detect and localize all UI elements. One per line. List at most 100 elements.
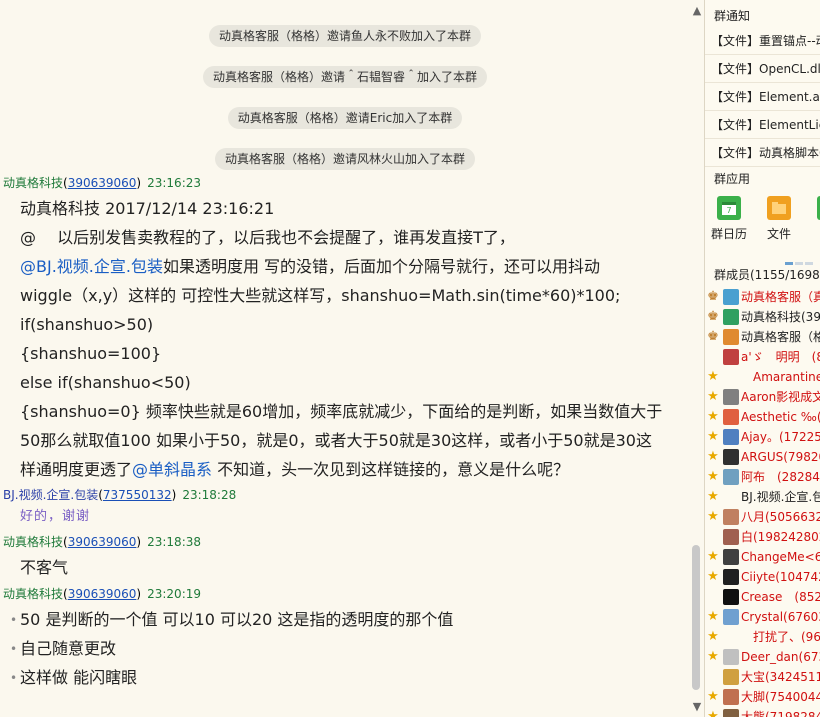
- member-item[interactable]: Crease (852736: [705, 587, 820, 607]
- chat-message-area[interactable]: 动真格客服（格格）邀请鱼人永不败加入了本群 动真格客服（格格）邀请＾石韫智睿＾加…: [0, 0, 704, 717]
- file-item[interactable]: 【文件】Element.aex: [705, 83, 820, 111]
- scroll-up-icon[interactable]: ▲: [690, 4, 704, 18]
- member-item[interactable]: ★ 大脚(754004451: [705, 687, 820, 707]
- avatar[interactable]: [723, 529, 739, 545]
- avatar[interactable]: [723, 429, 739, 445]
- avatar[interactable]: [723, 669, 739, 685]
- member-item[interactable]: ★ Aaron影视成文(: [705, 387, 820, 407]
- member-item[interactable]: ★ Ajay。(172254: [705, 427, 820, 447]
- member-item[interactable]: 白(1982428023): [705, 527, 820, 547]
- file-item[interactable]: 【文件】动真格脚本0: [705, 139, 820, 167]
- sender-qq-link[interactable]: 390639060: [68, 176, 137, 190]
- bullet-icon: •: [10, 671, 18, 685]
- avatar[interactable]: [723, 489, 739, 505]
- member-name: Amarantine ::: [753, 370, 820, 384]
- system-message: 动真格客服（格格）邀请鱼人永不败加入了本群: [0, 25, 690, 47]
- star-icon: ★: [707, 389, 719, 404]
- member-name: Aesthetic ‰(29: [741, 410, 820, 424]
- app-page-indicator[interactable]: [785, 250, 815, 265]
- admin-icon: ♚: [707, 309, 719, 324]
- sender-name[interactable]: 动真格科技: [3, 587, 63, 601]
- avatar[interactable]: [723, 289, 739, 305]
- member-item[interactable]: ★ ChangeMe<6666: [705, 547, 820, 567]
- member-name: 白(1982428023): [741, 530, 820, 544]
- avatar[interactable]: [723, 409, 739, 425]
- message-text: @ 以后别发售卖教程的了，以后我也不会提醒了，谁再发直接T了，: [20, 228, 515, 247]
- sender-name[interactable]: 动真格科技: [3, 176, 63, 190]
- message-text: {shanshuo=0} 频率快些就是60增加，频率底就减少，下面给的是判断，如…: [20, 402, 663, 421]
- member-badge-icon: [706, 350, 720, 364]
- svg-text:7: 7: [726, 206, 731, 215]
- member-item[interactable]: ★ Amarantine ::: [705, 367, 820, 387]
- avatar[interactable]: [723, 569, 739, 585]
- message-text: 动真格科技 2017/12/14 23:16:21: [20, 199, 275, 218]
- avatar[interactable]: [723, 689, 739, 705]
- file-item[interactable]: 【文件】OpenCL.dll: [705, 55, 820, 83]
- message-time: 23:18:38: [147, 535, 202, 549]
- star-icon: ★: [707, 649, 719, 664]
- member-item[interactable]: ★ 八月(505663270: [705, 507, 820, 527]
- avatar[interactable]: [723, 469, 739, 485]
- message-text: @BJ.视频.企宣.包装如果透明度用 写的没错，后面加个分隔号就行，还可以用抖动: [20, 257, 601, 276]
- member-item[interactable]: a'ゞ 明明 (87: [705, 347, 820, 367]
- member-item[interactable]: ♚ 动真格客服（真: [705, 287, 820, 307]
- member-item[interactable]: ♚ 动真格科技(390: [705, 307, 820, 327]
- avatar[interactable]: [723, 629, 739, 645]
- sender-qq-link[interactable]: 390639060: [68, 587, 137, 601]
- message-text: 这样做 能闪瞎眼: [20, 668, 138, 687]
- avatar[interactable]: [723, 549, 739, 565]
- sender-qq-link[interactable]: 390639060: [68, 535, 137, 549]
- message-header: 动真格科技(390639060) 23:20:19: [3, 587, 202, 601]
- member-item[interactable]: ★ 阿布 (282842: [705, 467, 820, 487]
- avatar[interactable]: [723, 329, 739, 345]
- member-item[interactable]: ★ Crystal(6760376: [705, 607, 820, 627]
- message-text: if(shanshuo>50): [20, 315, 154, 334]
- message-text: 样通明度更透了@单斜晶系 不知道，头一次见到这样链接的，意义是什么呢？: [20, 460, 570, 479]
- sender-name[interactable]: BJ.视频.企宣.包装: [3, 488, 98, 502]
- member-item[interactable]: 大宝(342451105: [705, 667, 820, 687]
- scroll-down-icon[interactable]: ▼: [690, 700, 704, 714]
- member-name: 动真格科技(390: [741, 310, 820, 324]
- star-icon: ★: [707, 629, 719, 644]
- avatar[interactable]: [723, 609, 739, 625]
- apps-title: 群应用: [714, 172, 751, 186]
- avatar[interactable]: [723, 589, 739, 605]
- mention-link[interactable]: @单斜晶系: [132, 460, 212, 479]
- member-item[interactable]: ★ Ciiyte(10474280: [705, 567, 820, 587]
- member-name: Deer_dan(67399: [741, 650, 820, 664]
- sender-qq-link[interactable]: 737550132: [103, 488, 172, 502]
- mention-link[interactable]: @BJ.视频.企宣.包装: [20, 257, 163, 276]
- member-name: 大宝(342451105: [741, 670, 820, 684]
- avatar[interactable]: [723, 309, 739, 325]
- message-text: 50 是判断的一个值 可以10 可以20 这是指的透明度的那个值: [20, 610, 454, 629]
- app-calendar[interactable]: 7 群日历: [709, 196, 749, 242]
- avatar[interactable]: [723, 709, 739, 717]
- star-icon: ★: [707, 569, 719, 584]
- star-icon: ★: [707, 549, 719, 564]
- star-icon: ★: [707, 449, 719, 464]
- member-name: 动真格客服（真: [741, 290, 820, 304]
- member-item[interactable]: ★ 打扰了、(964: [705, 627, 820, 647]
- member-name: 动真格客服（格: [741, 330, 820, 344]
- member-item[interactable]: ★ BJ.视频.企宣.包: [705, 487, 820, 507]
- avatar[interactable]: [723, 369, 739, 385]
- avatar[interactable]: [723, 349, 739, 365]
- file-item[interactable]: 【文件】ElementLicens: [705, 111, 820, 139]
- member-item[interactable]: ★ ARGUS(7982003: [705, 447, 820, 467]
- file-item[interactable]: 【文件】重置锚点--动: [705, 27, 820, 55]
- app-files[interactable]: 文件: [759, 196, 799, 242]
- avatar[interactable]: [723, 509, 739, 525]
- avatar[interactable]: [723, 389, 739, 405]
- avatar[interactable]: [723, 449, 739, 465]
- sender-name[interactable]: 动真格科技: [3, 535, 63, 549]
- member-name: Ciiyte(10474280: [741, 570, 820, 584]
- member-item[interactable]: ♚ 动真格客服（格: [705, 327, 820, 347]
- message-text: 不客气: [20, 558, 69, 577]
- chat-scrollbar[interactable]: ▲ ▼: [690, 0, 704, 717]
- avatar[interactable]: [723, 649, 739, 665]
- member-item[interactable]: ★ Aesthetic ‰(29: [705, 407, 820, 427]
- scrollbar-thumb[interactable]: [692, 545, 700, 690]
- member-item[interactable]: ★ 大熊(719828467: [705, 707, 820, 717]
- member-item[interactable]: ★ Deer_dan(67399: [705, 647, 820, 667]
- app-photos[interactable]: 相: [809, 196, 820, 242]
